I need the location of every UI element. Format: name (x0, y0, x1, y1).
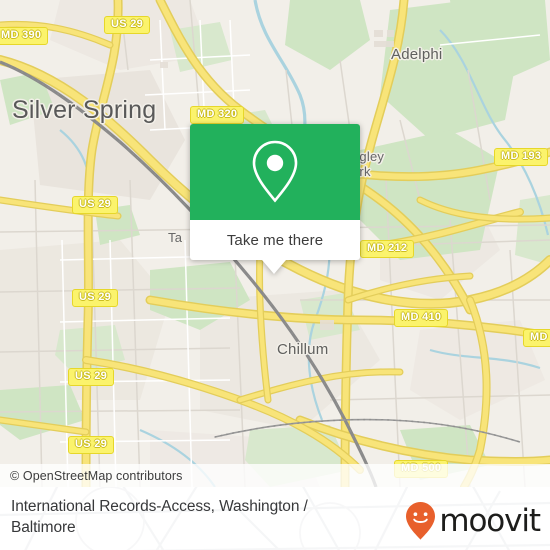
take-me-there-label: Take me there (226, 231, 324, 249)
moovit-pin-icon (406, 502, 436, 540)
highway-shield-us29-c: US 29 (68, 368, 115, 386)
highway-shield-md5: MD 5 (523, 329, 550, 347)
highway-shield-md320: MD 320 (190, 106, 245, 124)
highway-shield-md410: MD 410 (394, 309, 449, 327)
footer-bar: International Records-Access, Washington… (0, 487, 550, 550)
highway-shield-md193: MD 193 (494, 148, 549, 166)
highway-shield-us29-north: US 29 (104, 16, 151, 34)
highway-shield-us29-d: US 29 (68, 436, 115, 454)
location-popup-card[interactable]: Take me there (190, 124, 360, 274)
highway-shield-us29-a: US 29 (72, 196, 119, 214)
moovit-logo[interactable]: moovit (404, 501, 541, 541)
page-title: International Records-Access, Washington… (11, 498, 308, 536)
attribution-text[interactable]: © OpenStreetMap contributors (10, 469, 183, 483)
map-attribution-bar: © OpenStreetMap contributors (0, 464, 550, 487)
highway-shield-us29-b: US 29 (72, 289, 119, 307)
map-canvas[interactable]: .park { fill:#cfe5c3; } .park2 { fill:#d… (0, 0, 550, 487)
highway-shield-md212: MD 212 (360, 240, 415, 258)
popup-header (190, 124, 360, 220)
popup-pointer-tail (262, 260, 286, 274)
moovit-wordmark: moovit (439, 502, 541, 539)
highway-shield-md390: MD 390 (0, 27, 49, 45)
map-pin-icon (252, 140, 298, 203)
moovit-map-screenshot: .park { fill:#cfe5c3; } .park2 { fill:#d… (0, 0, 550, 550)
take-me-there-button[interactable]: Take me there (190, 220, 360, 260)
